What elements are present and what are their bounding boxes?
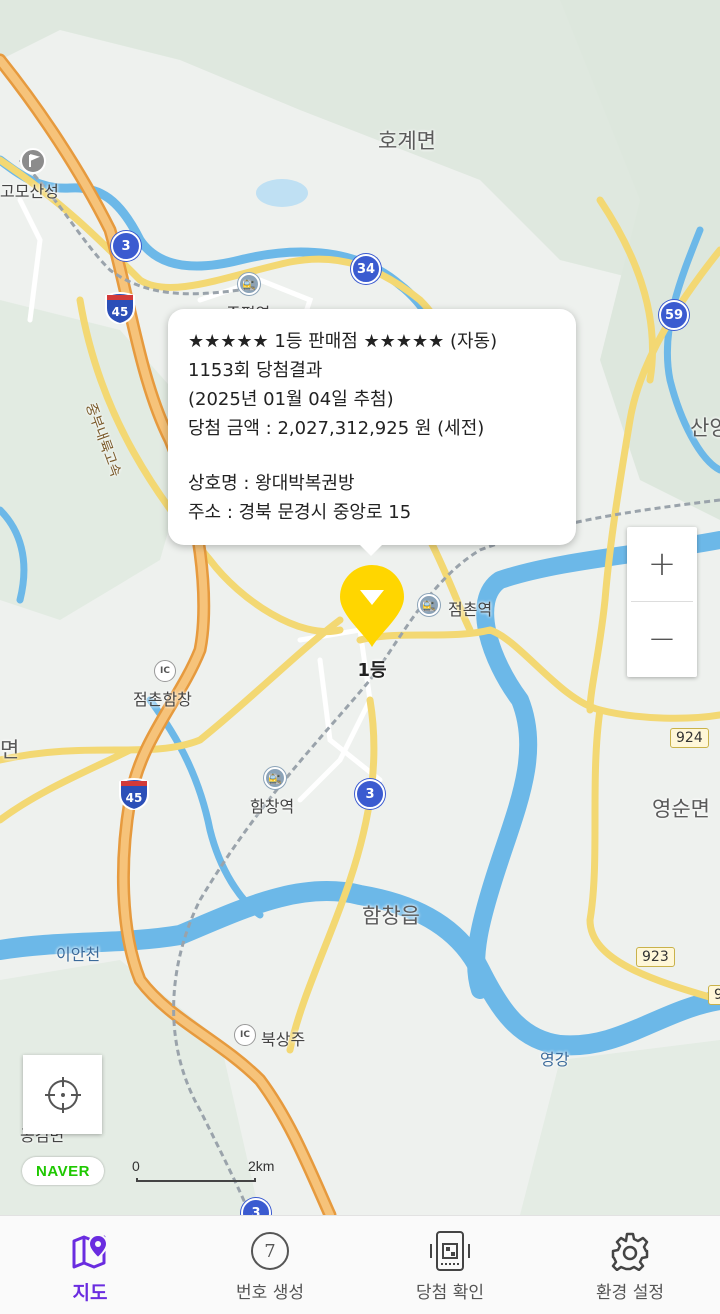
info-title: ★★★★★ 1등 판매점 ★★★★★ (자동) (188, 331, 498, 352)
tab-winning-check-label: 당첨 확인 (416, 1283, 484, 1303)
highway-45-bottom-text: 45 (126, 791, 143, 805)
scale-distance-label: 2km (248, 1158, 275, 1174)
map-label-jeomchon-hamchang: 점촌함창 (133, 690, 192, 709)
map-label-yeonggang: 영강 (540, 1050, 570, 1069)
info-draw-round: 1153회 당첨결과 (188, 360, 323, 381)
map-label-ian-stream: 이안천 (56, 945, 101, 964)
map-label-myeon-left: 면 (0, 738, 20, 762)
highway-45-top-text: 45 (112, 305, 129, 319)
number-circle-icon: 7 (249, 1230, 291, 1272)
route-59-shield: 59 (659, 300, 689, 330)
route-923-box: 923 (636, 947, 675, 967)
map-view[interactable]: 호계면 고모산성 주평역 점촌역 점촌함창 함창역 함창읍 영순면 이안천 북상… (0, 0, 720, 1215)
marker-label: 1등 (357, 660, 387, 681)
info-prize-amount: 당첨 금액 : 2,027,312,925 원 (세전) (188, 418, 485, 439)
gear-icon (609, 1230, 651, 1272)
qr-scan-icon (429, 1230, 471, 1272)
map-label-jeomchon-station: 점촌역 (448, 600, 493, 619)
tab-number-generate-label: 번호 생성 (236, 1283, 304, 1303)
map-scale-bar: 0 2km (130, 1158, 290, 1186)
tab-settings[interactable]: 환경 설정 (540, 1216, 720, 1314)
tab-map-label: 지도 (72, 1282, 108, 1304)
map-label-hamchang-station: 함창역 (250, 797, 295, 816)
naver-logo: NAVER (22, 1157, 104, 1185)
info-window-tail (360, 545, 382, 556)
map-label-yeongsun: 영순면 (652, 797, 710, 821)
map-label-hamchang-eup: 함창읍 (362, 904, 420, 928)
info-address: 주소 : 경북 문경시 중앙로 15 (188, 502, 412, 523)
buksangju-ic-icon: IC (234, 1024, 256, 1046)
number-badge: 7 (251, 1232, 289, 1270)
route-34-shield: 34 (351, 254, 381, 284)
crosshair-icon (44, 1076, 81, 1113)
zoom-in-button[interactable]: + (627, 527, 697, 601)
jeompyeong-station-icon: 🚉 (238, 273, 260, 295)
map-pin-icon (69, 1230, 111, 1272)
map-label-sanyang: 산양 (690, 416, 720, 440)
tab-winning-check[interactable]: 당첨 확인 (360, 1216, 540, 1314)
tab-number-generate[interactable]: 7 번호 생성 (180, 1216, 360, 1314)
flag-icon (20, 148, 46, 174)
bottom-tab-bar: 지도 7 번호 생성 당첨 확인 환경 설정 (0, 1215, 720, 1314)
jeomchon-station-icon: 🚉 (418, 594, 440, 616)
route-9-box: 9 (708, 985, 720, 1005)
info-draw-date: (2025년 01월 04일 추첨) (188, 389, 394, 410)
zoom-control: + − (627, 527, 697, 677)
winning-store-info-window[interactable]: ★★★★★ 1등 판매점 ★★★★★ (자동) 1153회 당첨결과 (2025… (168, 309, 576, 556)
hamchang-station-icon: 🚉 (264, 767, 286, 789)
current-location-button[interactable] (23, 1055, 102, 1134)
map-label-hogye: 호계면 (378, 129, 436, 153)
highway-45-shield-bottom: 45 (117, 776, 151, 812)
tab-settings-label: 환경 설정 (596, 1283, 664, 1303)
route-3-shield-top: 3 (111, 231, 141, 261)
route-3-shield-mid: 3 (355, 779, 385, 809)
first-prize-marker-icon[interactable] (338, 563, 406, 649)
map-label-buksangju: 북상주 (261, 1030, 306, 1049)
info-shop-name: 상호명 : 왕대박복권방 (188, 473, 355, 494)
map-label-gomosanseong: 고모산성 (0, 182, 59, 201)
zoom-out-button[interactable]: − (627, 602, 697, 676)
route-924-box: 924 (670, 728, 709, 748)
highway-45-shield-top: 45 (103, 290, 137, 326)
scale-zero-label: 0 (132, 1158, 140, 1174)
jeomchon-hamchang-ic-icon: IC (154, 660, 176, 682)
tab-map[interactable]: 지도 (0, 1216, 180, 1314)
scale-bar-line (136, 1178, 256, 1182)
